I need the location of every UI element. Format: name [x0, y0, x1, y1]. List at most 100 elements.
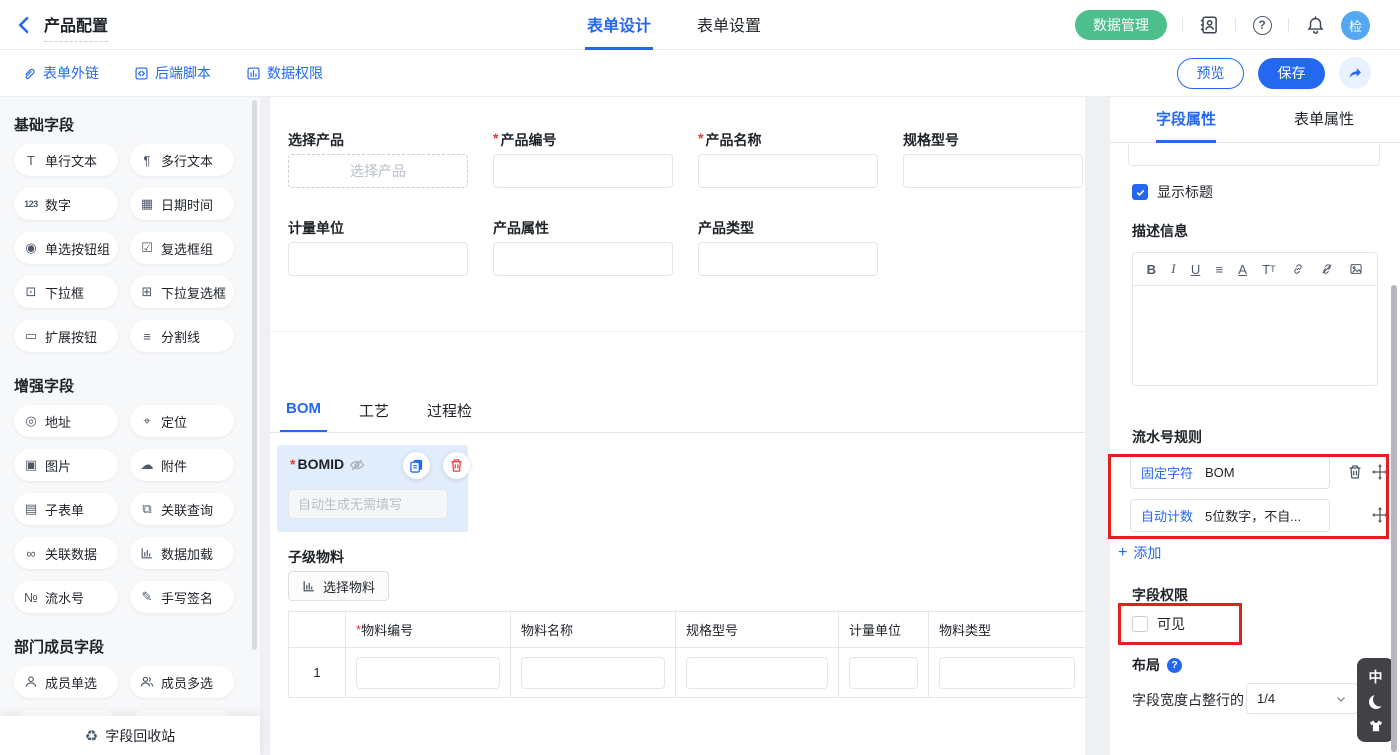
notification-bell-icon[interactable] — [1304, 14, 1326, 36]
field-type-subform[interactable]: ▤子表单 — [14, 493, 118, 525]
field-title-input-partial[interactable] — [1128, 144, 1380, 166]
spec-model-input[interactable] — [903, 154, 1083, 188]
field-type-data-load[interactable]: 数据加载 — [130, 537, 234, 569]
description-editor[interactable] — [1132, 285, 1378, 386]
align-icon[interactable]: ≡ — [1215, 262, 1223, 277]
italic-icon[interactable]: I — [1171, 261, 1175, 277]
delete-rule-button[interactable] — [1347, 464, 1363, 480]
page-scrollbar[interactable] — [1391, 285, 1397, 752]
unlink-icon[interactable] — [1320, 262, 1334, 276]
form-title[interactable]: 产品配置 — [44, 12, 108, 42]
bar-chart-icon — [302, 579, 316, 593]
field-type-select[interactable]: ⊡下拉框 — [14, 276, 118, 308]
tab-bom[interactable]: BOM — [280, 400, 327, 433]
field-recycle-bin[interactable]: ♻ 字段回收站 — [0, 716, 260, 755]
product-name-input[interactable] — [698, 154, 878, 188]
field-type-lookup[interactable]: ⧉关联查询 — [130, 493, 234, 525]
eye-off-icon[interactable] — [349, 457, 365, 473]
field-type-checkbox-group[interactable]: ☑复选框组 — [130, 232, 234, 264]
user-avatar[interactable]: 检 — [1341, 11, 1370, 40]
material-type-input[interactable] — [939, 657, 1075, 689]
data-manage-button[interactable]: 数据管理 — [1075, 10, 1167, 40]
field-type-divider[interactable]: ≡分割线 — [130, 320, 234, 352]
number-123-icon: 123 — [23, 199, 39, 209]
field-type-extend-button[interactable]: ▭扩展按钮 — [14, 320, 118, 352]
field-type-number[interactable]: 123数字 — [14, 188, 118, 220]
bomid-label: *BOMID — [290, 456, 365, 474]
tabs-underline — [270, 432, 1085, 433]
delete-field-button[interactable] — [443, 452, 470, 479]
insert-image-icon[interactable] — [1349, 262, 1363, 276]
serial-rule-auto-count[interactable]: 自动计数 5位数字，不自... — [1130, 499, 1330, 532]
dark-mode-toggle[interactable] — [1369, 695, 1383, 709]
unit-input[interactable] — [288, 242, 468, 276]
select-material-button[interactable]: 选择物料 — [288, 571, 389, 601]
product-code-input[interactable] — [493, 154, 673, 188]
tab-field-properties[interactable]: 字段属性 — [1156, 97, 1216, 143]
bomid-input[interactable] — [288, 489, 448, 519]
header-spec-model: 规格型号 — [676, 612, 839, 648]
tab-form-settings[interactable]: 表单设置 — [695, 0, 763, 50]
address-book-icon[interactable] — [1198, 14, 1220, 36]
field-type-member-single[interactable]: 成员单选 — [14, 666, 118, 698]
tab-form-properties[interactable]: 表单属性 — [1294, 97, 1354, 143]
move-rule-handle[interactable] — [1372, 507, 1388, 523]
language-toggle[interactable]: 中 — [1369, 667, 1383, 687]
show-title-checkbox[interactable] — [1132, 184, 1148, 200]
data-permission-button[interactable]: 数据权限 — [246, 63, 323, 83]
pen-icon: ✎ — [139, 589, 155, 605]
spec-model-cell-input[interactable] — [686, 657, 828, 689]
field-type-single-line-text[interactable]: T单行文本 — [14, 144, 118, 176]
material-name-input[interactable] — [521, 657, 665, 689]
share-button[interactable] — [1339, 57, 1371, 89]
field-type-signature[interactable]: ✎手写签名 — [130, 581, 234, 613]
underline-icon[interactable]: U — [1191, 262, 1200, 277]
layout-help-icon[interactable]: ? — [1167, 658, 1182, 673]
field-type-multi-select[interactable]: ⊞下拉复选框 — [130, 276, 234, 308]
check-icon — [1135, 187, 1146, 198]
bold-icon[interactable]: B — [1147, 262, 1156, 277]
serial-rule-fixed-char[interactable]: 固定字符 BOM — [1130, 456, 1330, 489]
theme-skin-toggle[interactable] — [1368, 718, 1384, 734]
show-title-row: 显示标题 — [1132, 182, 1213, 202]
sidebar-scrollbar[interactable] — [252, 100, 257, 650]
tab-process[interactable]: 工艺 — [353, 400, 395, 433]
font-color-icon[interactable]: A — [1238, 262, 1247, 277]
product-attr-input[interactable] — [493, 242, 673, 276]
font-size-icon[interactable]: TT — [1262, 262, 1275, 277]
material-code-input[interactable] — [356, 657, 500, 689]
field-width-select[interactable]: 1/4 — [1246, 683, 1358, 714]
field-type-linked-data[interactable]: ∞关联数据 — [14, 537, 118, 569]
tab-form-design[interactable]: 表单设计 — [585, 0, 653, 50]
field-label-select-product: 选择产品 — [288, 130, 344, 148]
dropdown-multi-icon: ⊞ — [139, 284, 155, 300]
field-type-multi-line-text[interactable]: ¶多行文本 — [130, 144, 234, 176]
move-icon — [1372, 507, 1388, 523]
add-rule-button[interactable]: + 添加 — [1118, 543, 1161, 563]
select-product-picker[interactable]: 选择产品 — [288, 154, 468, 188]
selected-field-card-bomid[interactable]: *BOMID — [277, 445, 468, 532]
field-type-serial-number[interactable]: №流水号 — [14, 581, 118, 613]
field-type-member-multi[interactable]: 成员多选 — [130, 666, 234, 698]
field-type-radio-group[interactable]: ◉单选按钮组 — [14, 232, 118, 264]
product-type-input[interactable] — [698, 242, 878, 276]
copy-field-button[interactable] — [403, 452, 430, 479]
preview-button[interactable]: 预览 — [1177, 58, 1244, 89]
field-type-address[interactable]: ◎地址 — [14, 405, 118, 437]
help-icon[interactable]: ? — [1251, 14, 1273, 36]
unit-cell-input[interactable] — [849, 657, 918, 689]
visible-checkbox[interactable] — [1132, 616, 1148, 632]
field-type-locate[interactable]: ⌖定位 — [130, 405, 234, 437]
field-type-image[interactable]: ▣图片 — [14, 449, 118, 481]
person-icon — [23, 675, 39, 689]
back-button[interactable] — [14, 15, 34, 35]
move-rule-handle[interactable] — [1372, 464, 1388, 480]
link-icon[interactable] — [1291, 262, 1305, 276]
save-button[interactable]: 保存 — [1258, 58, 1325, 89]
tab-process-check[interactable]: 过程检 — [421, 400, 478, 433]
field-type-attachment[interactable]: ☁附件 — [130, 449, 234, 481]
backend-script-button[interactable]: 后端脚本 — [134, 63, 211, 83]
field-type-datetime[interactable]: ▦日期时间 — [130, 188, 234, 220]
external-link-button[interactable]: 表单外链 — [22, 63, 99, 83]
width-label: 字段宽度占整行的 — [1132, 690, 1244, 710]
